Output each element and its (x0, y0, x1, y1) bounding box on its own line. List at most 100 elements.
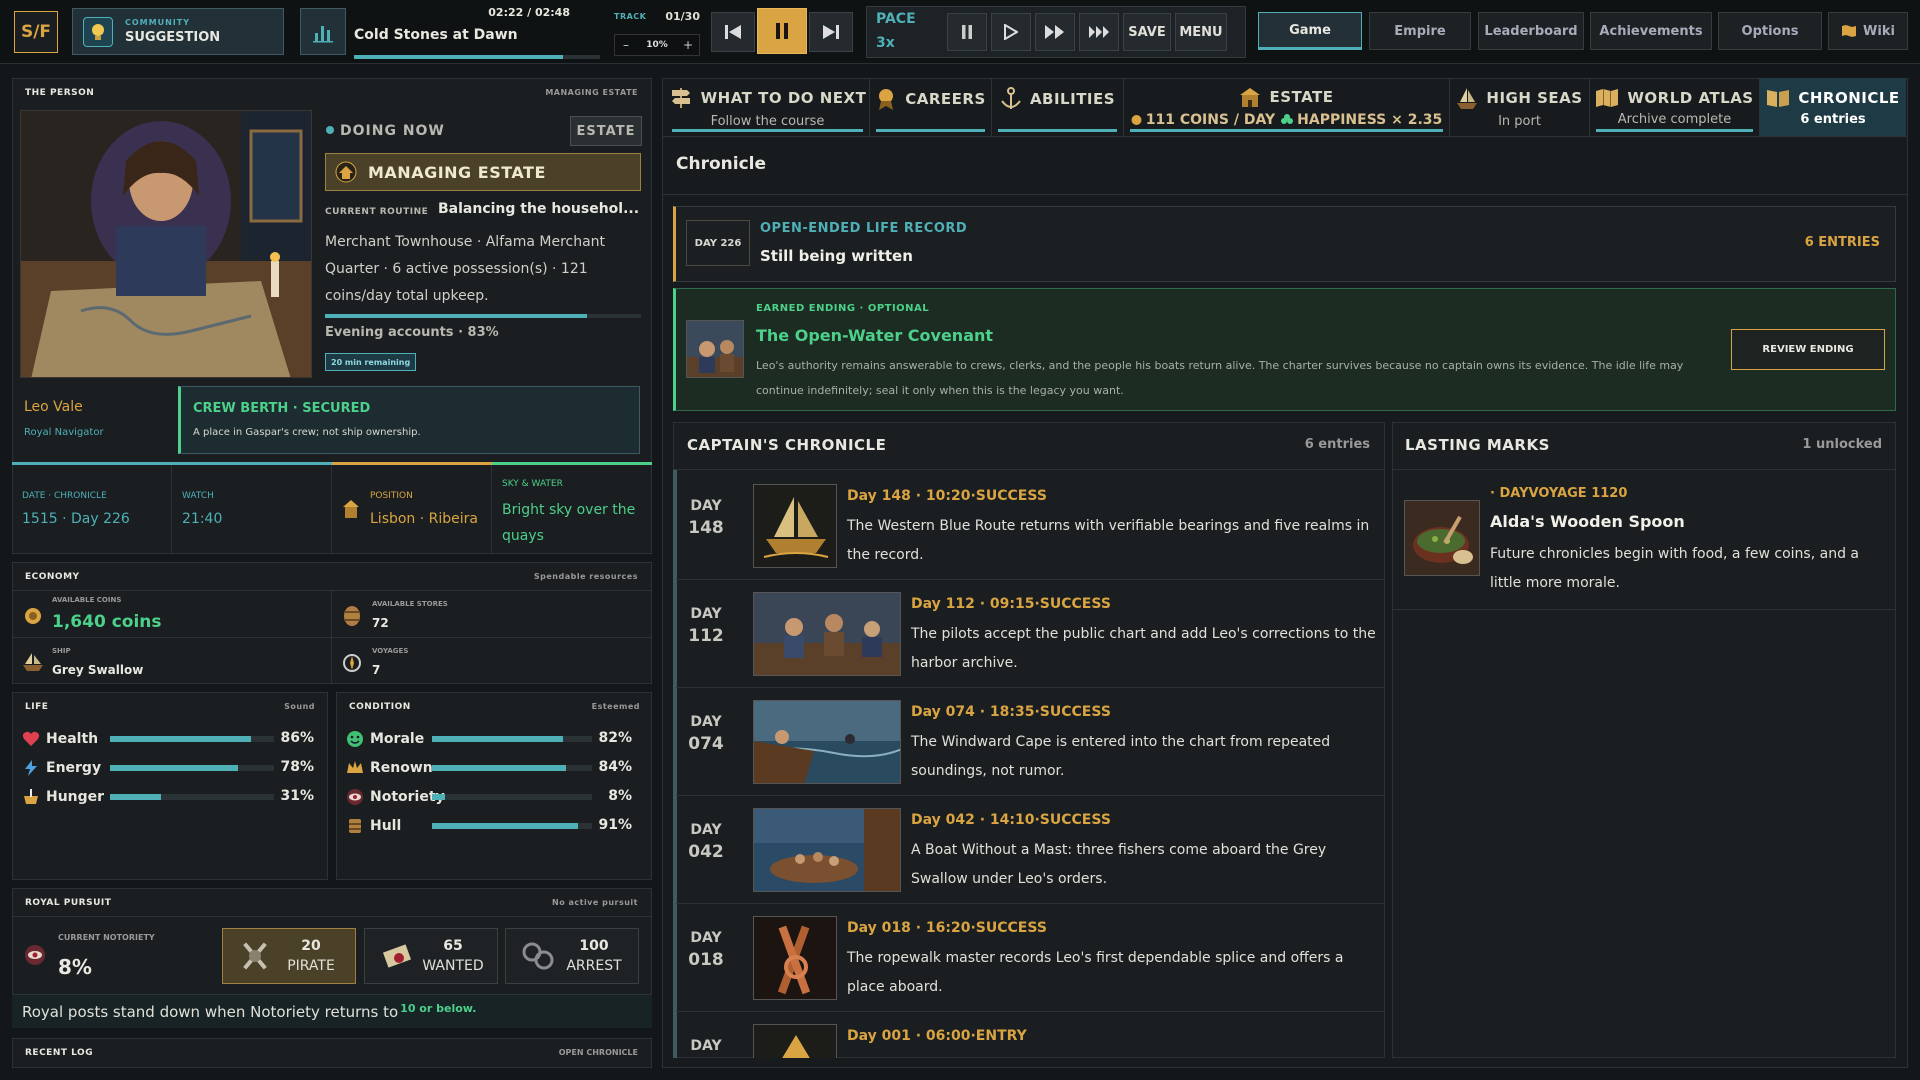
nav-tab-achievements[interactable]: Achievements (1590, 12, 1712, 50)
chronicle-entry[interactable]: DAY Day 001 · 06:00·ENTRY (676, 1014, 1384, 1058)
pause-button[interactable] (757, 8, 807, 54)
community-value: SUGGESTION (125, 30, 221, 45)
community-label: COMMUNITY (125, 18, 191, 27)
chronicle-entry[interactable]: DAY 018 Day 018 · 16:20·SUCCESS The ropewal… (676, 906, 1384, 1012)
chronicle-entry[interactable]: DAY 042 Day 042 · 14:10·SUCCESS A Boat With… (676, 798, 1384, 904)
nav-tab-options[interactable]: Options (1718, 12, 1822, 50)
entry-day-label: DAY (690, 1038, 722, 1054)
save-button[interactable]: SAVE (1123, 13, 1171, 51)
volume-down-button[interactable]: – (615, 38, 637, 52)
entry-day: DAY 148 (686, 498, 726, 538)
chronicle-heading: Chronicle (676, 154, 767, 174)
entry-day: DAY 018 (686, 930, 726, 970)
activity-title: MANAGING ESTATE (368, 162, 546, 182)
track-label: TRACK (614, 12, 647, 21)
nav-tab-label: Achievements (1599, 23, 1703, 39)
estate-coins: 111 COINS / DAY (1145, 112, 1276, 128)
person-panel-subtitle: MANAGING ESTATE (545, 88, 638, 97)
entry-day: DAY 074 (686, 714, 726, 754)
entry-day: DAY 042 (686, 822, 726, 862)
entry-thumbnail (753, 484, 837, 568)
tab-what-to-do-next[interactable]: WHAT TO DO NEXT Follow the course (666, 78, 870, 136)
entry-day-number: 042 (688, 842, 724, 862)
play-icon (1004, 24, 1018, 40)
routine-progress (325, 314, 641, 318)
pace-1x-button[interactable] (991, 13, 1031, 51)
berth-description: A place in Gaspar's crew; not ship owner… (193, 427, 421, 438)
nav-tab-wiki[interactable]: Wiki (1828, 12, 1908, 50)
tab-world-atlas[interactable]: WORLD ATLAS Archive complete (1590, 78, 1760, 136)
track-progress[interactable] (354, 55, 600, 59)
volume-up-button[interactable]: + (677, 38, 699, 52)
tab-title: WHAT TO DO NEXT (700, 88, 867, 107)
tab-estate[interactable]: ESTATE 111 COINS / DAY HAPPINESS × 2.35 (1124, 78, 1450, 136)
estate-button[interactable]: ESTATE (570, 116, 642, 146)
entry-day-number: 148 (688, 518, 724, 538)
doing-now-label: DOING NOW (340, 123, 445, 139)
estate-happiness: HAPPINESS × 2.35 (1297, 112, 1443, 128)
routine-value: Balancing the househol... (438, 201, 640, 217)
life-record-day: DAY 226 (686, 220, 750, 266)
nav-tab-label: Wiki (1863, 23, 1895, 39)
chart-bars-button[interactable] (300, 8, 346, 55)
pause-icon (962, 25, 972, 39)
tab-title: HIGH SEAS (1486, 88, 1583, 107)
entry-heading: Day 112 · 09:15·SUCCESS (911, 596, 1111, 612)
nav-tab-empire[interactable]: Empire (1369, 12, 1471, 50)
medal-icon (879, 89, 894, 110)
community-suggestion-button[interactable]: COMMUNITY SUGGESTION (72, 8, 284, 55)
logo[interactable]: S/F (14, 11, 58, 53)
activity-banner[interactable]: MANAGING ESTATE (325, 153, 641, 191)
pace-value: 3x (876, 35, 895, 51)
entry-heading: Day 001 · 06:00·ENTRY (847, 1028, 1027, 1044)
pace-controls: PACE 3x SAVE MENU (866, 6, 1246, 58)
nav-tab-game[interactable]: Game (1258, 12, 1362, 50)
music-track-info: 02:22 / 02:48 Cold Stones at Dawn (354, 6, 600, 60)
pace-2x-button[interactable] (1035, 13, 1075, 51)
review-ending-button[interactable]: REVIEW ENDING (1731, 329, 1885, 370)
previous-track-button[interactable] (711, 12, 755, 52)
chronicle-entry[interactable]: DAY 148 Day 148 · 10:20·SUCCESS The Western… (676, 474, 1384, 580)
skip-back-icon (725, 25, 741, 39)
tab-abilities[interactable]: ABILITIES (992, 78, 1124, 136)
pace-pause-button[interactable] (947, 13, 987, 51)
pause-icon (776, 23, 788, 39)
lasting-mark-item[interactable]: · DAYVOYAGE 1120 Alda's Wooden Spoon Fut… (1392, 470, 1896, 610)
next-track-button[interactable] (809, 12, 853, 52)
mark-label: · DAYVOYAGE 1120 (1490, 486, 1628, 501)
entry-thumbnail (753, 700, 901, 784)
ending-title: The Open-Water Covenant (756, 326, 994, 345)
fastest-forward-icon (1089, 26, 1109, 38)
pace-label: PACE (876, 11, 916, 27)
nav-tab-label: Options (1741, 23, 1799, 39)
nav-tab-leaderboard[interactable]: Leaderboard (1478, 12, 1584, 50)
nav-tab-label: Empire (1394, 23, 1446, 39)
tab-title: CHRONICLE (1798, 88, 1900, 107)
crew-berth-card[interactable]: CREW BERTH · SECURED A place in Gaspar's… (178, 386, 640, 454)
ending-thumbnail (686, 320, 744, 378)
clover-icon (1281, 114, 1294, 124)
berth-title: CREW BERTH · SECURED (193, 401, 371, 416)
tab-high-seas[interactable]: HIGH SEAS In port (1450, 78, 1590, 136)
track-controls: TRACK 01/30 – 10% + (612, 6, 702, 56)
chronicle-entry[interactable]: DAY 112 Day 112 · 09:15·SUCCESS The pilots … (676, 582, 1384, 688)
entry-day-label: DAY (690, 714, 722, 730)
tab-careers[interactable]: CAREERS (870, 78, 992, 136)
entry-thumbnail (753, 808, 901, 892)
captains-chronicle-count: 6 entries (1304, 437, 1370, 452)
track-count: 01/30 (665, 10, 700, 23)
menu-button[interactable]: MENU (1175, 13, 1227, 51)
entry-body: The pilots accept the public chart and a… (911, 626, 1376, 671)
tab-chronicle[interactable]: CHRONICLE 6 entries (1760, 78, 1906, 136)
pace-3x-button[interactable] (1079, 13, 1119, 51)
entry-day-label: DAY (690, 498, 722, 514)
signpost-icon (671, 87, 690, 108)
ending-description: Leo's authority remains answerable to cr… (756, 359, 1684, 397)
entry-day-label: DAY (690, 822, 722, 838)
status-dot (326, 126, 334, 134)
track-time: 02:22 / 02:48 (488, 6, 570, 19)
entry-heading: Day 018 · 16:20·SUCCESS (847, 920, 1047, 936)
volume-value: 10% (646, 40, 668, 50)
chronicle-entry[interactable]: DAY 074 Day 074 · 18:35·SUCCESS The Windwar… (676, 690, 1384, 796)
entry-thumbnail (753, 1024, 837, 1058)
